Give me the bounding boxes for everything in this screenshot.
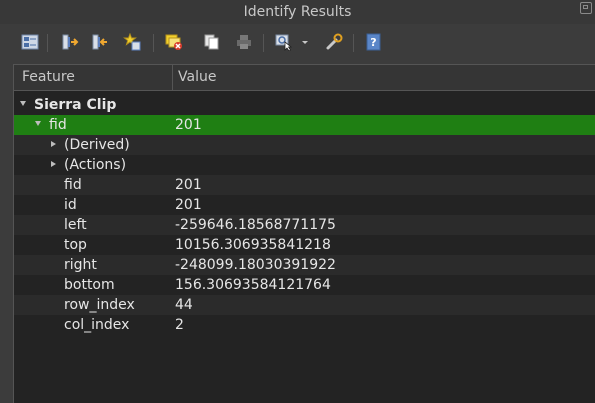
value-column-header[interactable]: Value (178, 69, 216, 85)
attribute-row[interactable]: left -259646.18568771175 (14, 215, 595, 235)
attribute-name: id (64, 197, 77, 213)
toolbar-separator (263, 34, 264, 52)
column-divider[interactable] (172, 65, 173, 91)
attribute-name: right (64, 257, 97, 273)
svg-text:?: ? (370, 36, 376, 49)
attribute-value: -259646.18568771175 (175, 217, 336, 233)
toolbar-separator (353, 34, 354, 52)
toolbar: ? (0, 24, 595, 62)
collapse-all-icon[interactable] (91, 33, 109, 51)
left-gutter (0, 62, 13, 403)
expand-all-icon[interactable] (61, 33, 79, 51)
actions-label: (Actions) (64, 157, 127, 173)
derived-label: (Derived) (64, 137, 130, 153)
attribute-value: 201 (175, 197, 202, 213)
title-bar: Identify Results (0, 0, 595, 24)
collapse-arrow-icon[interactable] (51, 161, 56, 167)
copy-icon[interactable] (203, 33, 221, 51)
attribute-name: top (64, 237, 87, 253)
attribute-name: bottom (64, 277, 115, 293)
settings-icon[interactable] (325, 33, 343, 51)
tree-header: Feature Value (14, 65, 595, 91)
print-icon[interactable] (235, 33, 253, 51)
identify-mode-icon[interactable] (275, 33, 293, 52)
expand-arrow-icon[interactable] (35, 121, 41, 126)
expand-tree-icon[interactable] (21, 33, 39, 51)
attribute-row[interactable]: id 201 (14, 195, 595, 215)
attribute-name: fid (64, 177, 82, 193)
layer-row[interactable]: Sierra Clip (14, 95, 595, 115)
attribute-row[interactable]: top 10156.306935841218 (14, 235, 595, 255)
dropdown-arrow-icon[interactable] (300, 33, 310, 51)
window-title: Identify Results (243, 4, 352, 20)
feature-value: 201 (175, 117, 202, 133)
feature-column-header[interactable]: Feature (22, 69, 75, 85)
attribute-name: left (64, 217, 87, 233)
clear-results-icon[interactable] (165, 33, 183, 51)
attribute-value: 10156.306935841218 (175, 237, 331, 253)
feature-row-selected[interactable]: fid 201 (14, 115, 595, 135)
toolbar-separator (47, 34, 48, 52)
attribute-value: 44 (175, 297, 193, 313)
attribute-row[interactable]: bottom 156.30693584121764 (14, 275, 595, 295)
collapse-arrow-icon[interactable] (51, 141, 56, 147)
attribute-name: row_index (64, 297, 135, 313)
expand-arrow-icon[interactable] (20, 101, 26, 106)
attribute-value: -248099.18030391922 (175, 257, 336, 273)
toolbar-separator (153, 34, 154, 52)
feature-label: fid (49, 117, 67, 133)
attribute-name: col_index (64, 317, 130, 333)
attribute-row[interactable]: col_index 2 (14, 315, 595, 335)
attribute-row[interactable]: row_index 44 (14, 295, 595, 315)
results-tree[interactable]: Feature Value Sierra Clip fid 201 (Deriv… (13, 64, 595, 403)
attribute-value: 156.30693584121764 (175, 277, 331, 293)
attribute-row[interactable]: right -248099.18030391922 (14, 255, 595, 275)
help-icon[interactable]: ? (365, 33, 383, 51)
attribute-value: 201 (175, 177, 202, 193)
attribute-row[interactable]: fid 201 (14, 175, 595, 195)
derived-row[interactable]: (Derived) (14, 135, 595, 155)
expand-new-icon[interactable] (123, 32, 141, 51)
attribute-value: 2 (175, 317, 184, 333)
layer-name: Sierra Clip (34, 97, 117, 113)
float-panel-icon[interactable] (580, 2, 592, 14)
actions-row[interactable]: (Actions) (14, 155, 595, 175)
